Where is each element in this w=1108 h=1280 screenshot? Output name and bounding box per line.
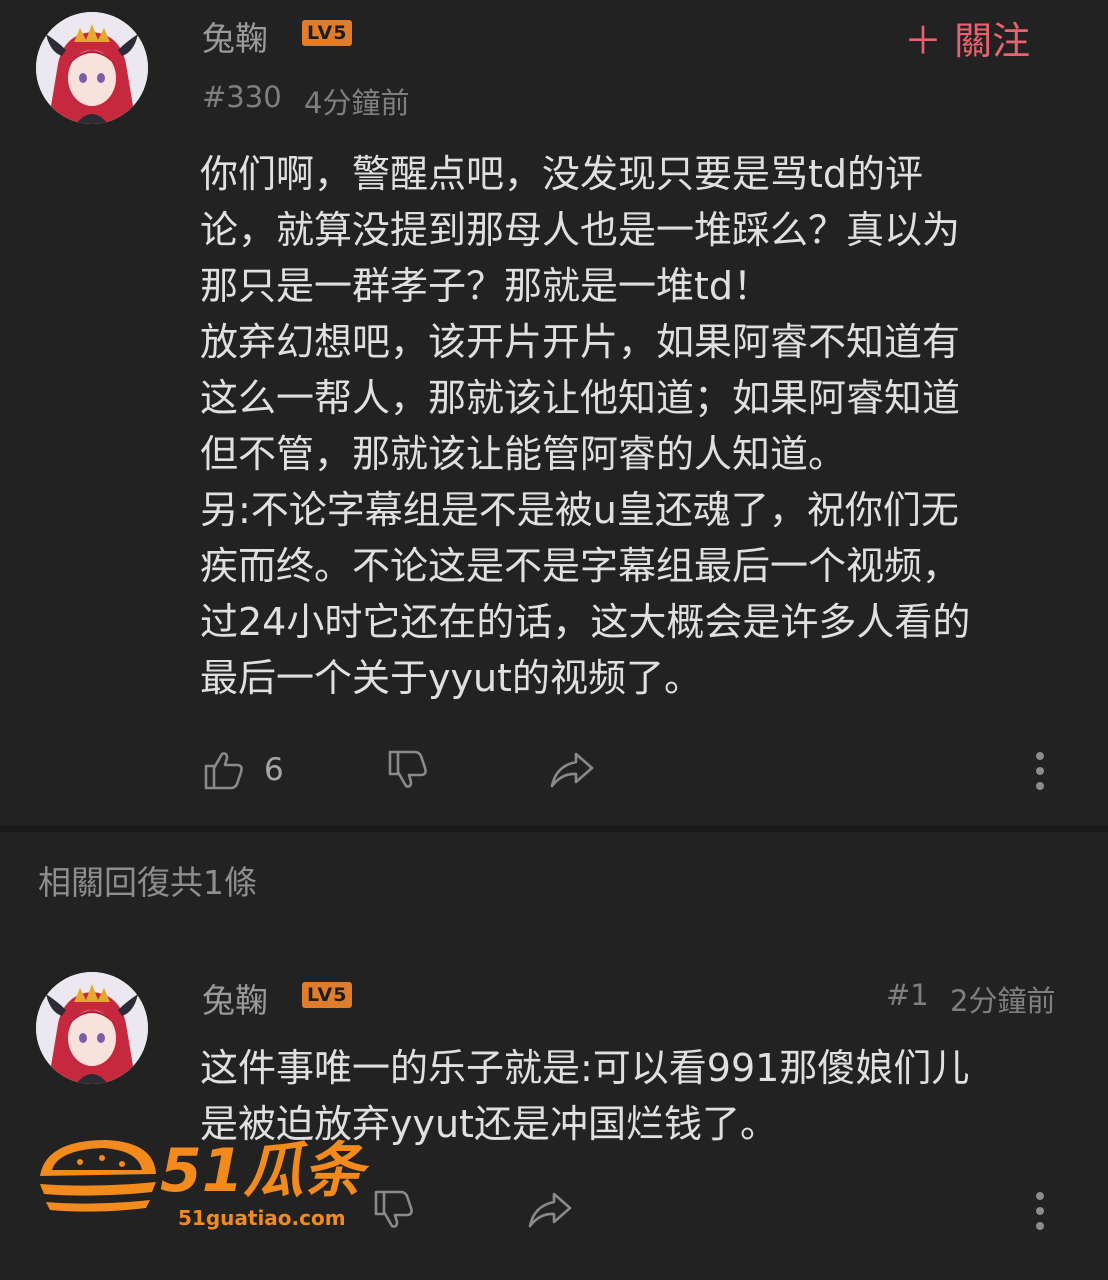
- watermark-url: 51guatiao.com: [178, 1206, 346, 1230]
- watermark-brand: 51瓜条: [160, 1136, 364, 1206]
- reply-username[interactable]: 兔鞠: [202, 974, 268, 1022]
- avatar-image: [36, 972, 148, 1084]
- avatar[interactable]: [36, 12, 148, 124]
- section-divider: [0, 826, 1108, 832]
- reply-number: #1: [886, 978, 929, 1012]
- replies-header: 相關回復共1條: [38, 863, 257, 902]
- share-icon: [528, 1192, 572, 1228]
- thumbs-down-icon: [388, 750, 427, 788]
- reply-share-button[interactable]: [526, 1186, 574, 1238]
- like-count: 6: [264, 752, 284, 788]
- watermark-logo: 51瓜条 51guatiao.com: [36, 1134, 386, 1234]
- more-vertical-icon: [1036, 752, 1044, 790]
- share-button[interactable]: [548, 746, 596, 798]
- share-icon: [550, 752, 594, 788]
- level-badge: LV5: [302, 20, 353, 46]
- comment-text: 你们啊，警醒点吧，没发现只要是骂td的评 论，就算没提到那母人也是一堆踩么？真以…: [200, 152, 971, 700]
- reply-time: 2分鐘前: [950, 984, 1056, 1018]
- comment-number: #330: [202, 80, 282, 114]
- avatar-image: [36, 12, 148, 124]
- reply-more-options-button[interactable]: [1036, 1192, 1044, 1237]
- like-button[interactable]: [200, 746, 248, 798]
- dislike-button[interactable]: [384, 746, 432, 798]
- reply-level-badge: LV5: [302, 982, 353, 1008]
- follow-button[interactable]: ＋ 關注: [904, 10, 1030, 65]
- more-options-button[interactable]: [1036, 752, 1044, 797]
- thumbs-up-icon: [204, 752, 243, 790]
- more-vertical-icon: [1036, 1192, 1044, 1230]
- comment-time: 4分鐘前: [304, 86, 410, 120]
- reply-avatar[interactable]: [36, 972, 148, 1084]
- comment-username[interactable]: 兔鞠: [202, 12, 268, 60]
